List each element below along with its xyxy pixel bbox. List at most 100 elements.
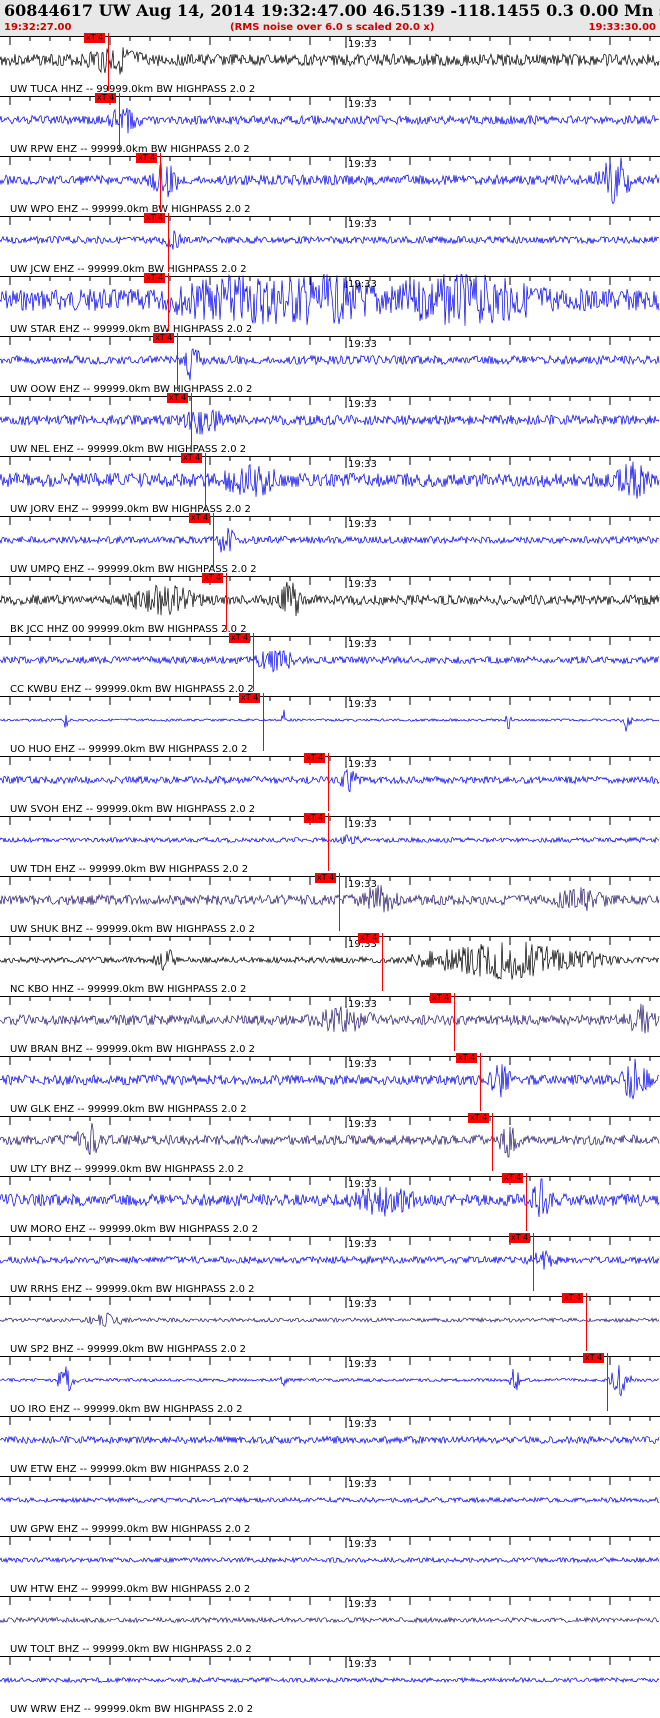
trace-panel: 19:33 UW TUCA HHZ -- 99999.0km BW HIGHPAS…	[0, 33, 660, 96]
waveform	[0, 650, 660, 673]
waveform	[0, 157, 660, 205]
phase-pick-marker[interactable]: xT 4	[167, 393, 189, 403]
waveform	[0, 47, 660, 75]
phase-pick-marker[interactable]: xT 4	[358, 933, 380, 943]
phase-pick-marker[interactable]: xT 4	[509, 1233, 531, 1243]
phase-pick-line	[492, 1113, 493, 1171]
trace-panel: 19:33 UW TOLT BHZ -- 99999.0km BW HIGHPAS…	[0, 1596, 660, 1656]
phase-pick-marker[interactable]: xT 4	[95, 93, 117, 103]
trace-panel: 19:33 UW SP2 BHZ -- 99999.0km BW HIGHPASS…	[0, 1293, 660, 1356]
station-label: UW GPW EHZ -- 99999.0km BW HIGHPASS 2.0 …	[10, 1524, 251, 1535]
phase-pick-marker[interactable]: xT 4	[181, 453, 203, 463]
trace-panel: 19:33 UW WPO EHZ -- 99999.0km BW HIGHPASS…	[0, 153, 660, 216]
phase-pick-marker[interactable]: xT 4	[304, 753, 326, 763]
minute-label: 19:33	[348, 1419, 377, 1430]
phase-pick-marker[interactable]: xT 4	[239, 693, 261, 703]
minute-label: 19:33	[348, 1659, 377, 1670]
phase-pick-marker[interactable]: xT 4	[562, 1293, 584, 1303]
phase-pick-line	[168, 213, 169, 271]
phase-pick-line	[205, 453, 206, 511]
noise-note: (RMS noise over 6.0 s scaled 20.0 x)	[230, 22, 435, 33]
waveform	[0, 1616, 660, 1624]
minute-label: 19:33	[348, 159, 377, 170]
trace-panel: 19:33 UW SVOH EHZ -- 99999.0km BW HIGHPAS…	[0, 753, 660, 816]
phase-pick-marker[interactable]: xT 4	[84, 33, 106, 43]
station-label: UW SVOH EHZ -- 99999.0km BW HIGHPASS 2.0…	[10, 804, 256, 815]
station-label: UW NEL EHZ -- 99999.0km BW HIGHPASS 2.0 …	[10, 444, 247, 455]
minute-label: 19:33	[348, 339, 377, 350]
phase-pick-marker[interactable]: xT 4	[430, 993, 452, 1003]
minute-label: 19:33	[348, 1359, 377, 1370]
minute-label: 19:33	[348, 759, 377, 770]
minute-label: 19:33	[348, 99, 377, 110]
trace-panel: 19:33 UW GLK EHZ -- 99999.0km BW HIGHPASS…	[0, 1053, 660, 1116]
phase-pick-marker[interactable]: xT 4	[153, 333, 175, 343]
phase-pick-marker[interactable]: xT 4	[304, 813, 326, 823]
header-bar: 60844617 UW Aug 14, 2014 19:32:47.00 46.…	[0, 0, 660, 36]
trace-panel: 19:33 UW LTY BHZ -- 99999.0km BW HIGHPASS…	[0, 1113, 660, 1176]
waveform	[0, 107, 660, 134]
station-label: BK JCC HHZ 00 99999.0km BW HIGHPASS 2.0 …	[10, 624, 247, 635]
phase-pick-marker[interactable]: xT 4	[456, 1053, 478, 1063]
waveform	[0, 885, 660, 913]
waveform	[0, 1676, 660, 1684]
station-label: UW WPO EHZ -- 99999.0km BW HIGHPASS 2.0 …	[10, 204, 251, 215]
trace-panel: 19:33 UW WRW EHZ -- 99999.0km BW HIGHPASS…	[0, 1656, 660, 1716]
phase-pick-marker[interactable]: xT 4	[189, 513, 211, 523]
waveform	[0, 461, 660, 499]
phase-pick-line	[454, 993, 455, 1051]
station-label: UW SP2 BHZ -- 99999.0km BW HIGHPASS 2.0 …	[10, 1344, 247, 1355]
phase-pick-marker[interactable]: xT 4	[502, 1173, 524, 1183]
minute-label: 19:33	[348, 879, 377, 890]
station-label: CC KWBU EHZ -- 99999.0km BW HIGHPASS 2.0…	[10, 684, 254, 695]
phase-pick-line	[263, 693, 264, 751]
phase-pick-marker[interactable]: xT 4	[144, 273, 166, 283]
trace-panel: 19:33 UW OOW EHZ -- 99999.0km BW HIGHPASS…	[0, 333, 660, 396]
phase-pick-line	[480, 1053, 481, 1111]
waveform	[0, 1178, 660, 1218]
minute-label: 19:33	[348, 519, 377, 530]
trace-panel: 19:33 CC KWBU EHZ -- 99999.0km BW HIGHPAS…	[0, 633, 660, 696]
trace-panel: 19:33 UW JCW EHZ -- 99999.0km BW HIGHPASS…	[0, 213, 660, 276]
station-label: UW HTW EHZ -- 99999.0km BW HIGHPASS 2.0 …	[10, 1584, 251, 1595]
trace-panel: 19:33 UW GPW EHZ -- 99999.0km BW HIGHPASS…	[0, 1476, 660, 1536]
waveform	[0, 834, 660, 845]
phase-pick-line	[533, 1233, 534, 1291]
waveform	[0, 709, 660, 732]
phase-pick-marker[interactable]: xT 4	[583, 1353, 605, 1363]
station-label: UW MORO EHZ -- 99999.0km BW HIGHPASS 2.0…	[10, 1224, 259, 1235]
waveform	[0, 1123, 660, 1158]
phase-pick-marker[interactable]: xT 4	[144, 213, 166, 223]
trace-panel: 19:33 UW BRAN BHZ -- 99999.0km BW HIGHPAS…	[0, 993, 660, 1056]
station-label: UW TOLT BHZ -- 99999.0km BW HIGHPASS 2.0…	[10, 1644, 252, 1655]
minute-label: 19:33	[348, 1119, 377, 1130]
minute-label: 19:33	[348, 1539, 377, 1550]
trace-panel: 19:33 UW HTW EHZ -- 99999.0km BW HIGHPASS…	[0, 1536, 660, 1596]
phase-pick-marker[interactable]: xT 4	[315, 873, 337, 883]
minute-label: 19:33	[348, 579, 377, 590]
phase-pick-line	[168, 273, 169, 331]
phase-pick-marker[interactable]: xT 4	[136, 153, 158, 163]
waveform	[0, 409, 660, 435]
minute-label: 19:33	[348, 699, 377, 710]
phase-pick-marker[interactable]: xT 4	[202, 573, 224, 583]
minute-label: 19:33	[348, 1479, 377, 1490]
station-label: UW GLK EHZ -- 99999.0km BW HIGHPASS 2.0 …	[10, 1104, 247, 1115]
waveform	[0, 273, 660, 326]
minute-label: 19:33	[348, 399, 377, 410]
trace-panel: 19:33 UW RRHS EHZ -- 99999.0km BW HIGHPAS…	[0, 1233, 660, 1296]
minute-label: 19:33	[348, 219, 377, 230]
trace-panel: 19:33 UW JORV EHZ -- 99999.0km BW HIGHPAS…	[0, 453, 660, 516]
minute-label: 19:33	[348, 1299, 377, 1310]
phase-pick-line	[226, 573, 227, 631]
waveform	[0, 1312, 660, 1328]
minute-label: 19:33	[348, 639, 377, 650]
waveform	[0, 768, 660, 793]
station-label: UW JCW EHZ -- 99999.0km BW HIGHPASS 2.0 …	[10, 264, 247, 275]
station-label: UO IRO EHZ -- 99999.0km BW HIGHPASS 2.0 …	[10, 1404, 243, 1415]
station-label: UW LTY BHZ -- 99999.0km BW HIGHPASS 2.0 …	[10, 1164, 244, 1175]
phase-pick-marker[interactable]: xT 4	[468, 1113, 490, 1123]
phase-pick-line	[526, 1173, 527, 1231]
trace-panel: 19:33 NC KBO HHZ -- 99999.0km BW HIGHPASS…	[0, 933, 660, 996]
phase-pick-marker[interactable]: xT 4	[229, 633, 251, 643]
